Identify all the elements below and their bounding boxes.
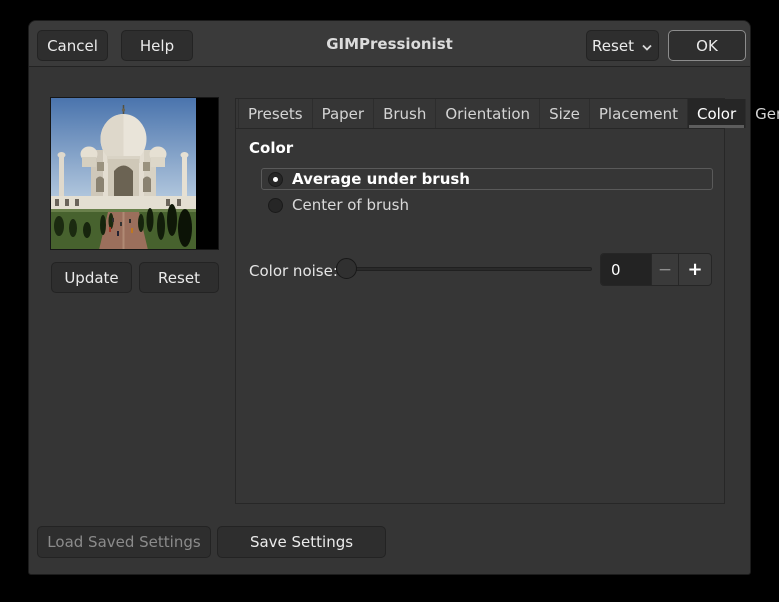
reset-dropdown-label: Reset [592, 36, 634, 55]
decrement-button[interactable]: − [651, 254, 678, 285]
titlebar[interactable]: Cancel Help GIMPressionist Reset OK [29, 21, 750, 67]
load-saved-settings-button[interactable]: Load Saved Settings [37, 526, 211, 558]
cancel-button[interactable]: Cancel [37, 30, 108, 61]
slider-track[interactable] [336, 267, 592, 271]
color-tab-panel: Color Average under brush Center of brus… [236, 129, 724, 503]
preview-image [50, 97, 219, 250]
update-button[interactable]: Update [51, 262, 132, 293]
tab-placement[interactable]: Placement [590, 99, 688, 128]
dialog-title: GIMPressionist [326, 35, 453, 53]
radio-label: Average under brush [292, 170, 470, 188]
slider-handle[interactable] [336, 258, 357, 279]
color-noise-label: Color noise: [249, 262, 338, 280]
tab-color[interactable]: Color [687, 99, 747, 128]
settings-notebook: Presets Paper Brush Orientation Size Pla… [235, 98, 779, 504]
radio-label: Center of brush [292, 196, 409, 214]
help-button[interactable]: Help [121, 30, 193, 61]
color-noise-slider[interactable] [336, 258, 592, 280]
tab-size[interactable]: Size [540, 99, 590, 128]
color-noise-spinbox: 0 − + [600, 253, 712, 286]
radio-button-icon[interactable] [268, 171, 283, 187]
color-section-heading: Color [249, 139, 294, 157]
tab-paper[interactable]: Paper [313, 99, 375, 128]
preview-reset-button[interactable]: Reset [139, 262, 219, 293]
tab-presets[interactable]: Presets [238, 99, 313, 128]
tab-general[interactable]: General [746, 99, 779, 128]
increment-button[interactable]: + [678, 254, 711, 285]
chevron-down-icon [641, 38, 653, 56]
tab-bar: Presets Paper Brush Orientation Size Pla… [236, 99, 779, 129]
reset-dropdown-button[interactable]: Reset [586, 30, 659, 61]
taj-mahal-photo [51, 98, 196, 249]
save-settings-button[interactable]: Save Settings [217, 526, 386, 558]
radio-center-of-brush[interactable]: Center of brush [261, 194, 713, 216]
ok-button[interactable]: OK [668, 30, 746, 61]
radio-average-under-brush[interactable]: Average under brush [261, 168, 713, 190]
tab-orientation[interactable]: Orientation [436, 99, 541, 128]
gimpressionist-dialog: Cancel Help GIMPressionist Reset OK Upda… [28, 20, 779, 575]
tab-brush[interactable]: Brush [374, 99, 437, 128]
color-noise-value-input[interactable]: 0 [601, 254, 651, 285]
radio-button-icon[interactable] [268, 197, 283, 213]
